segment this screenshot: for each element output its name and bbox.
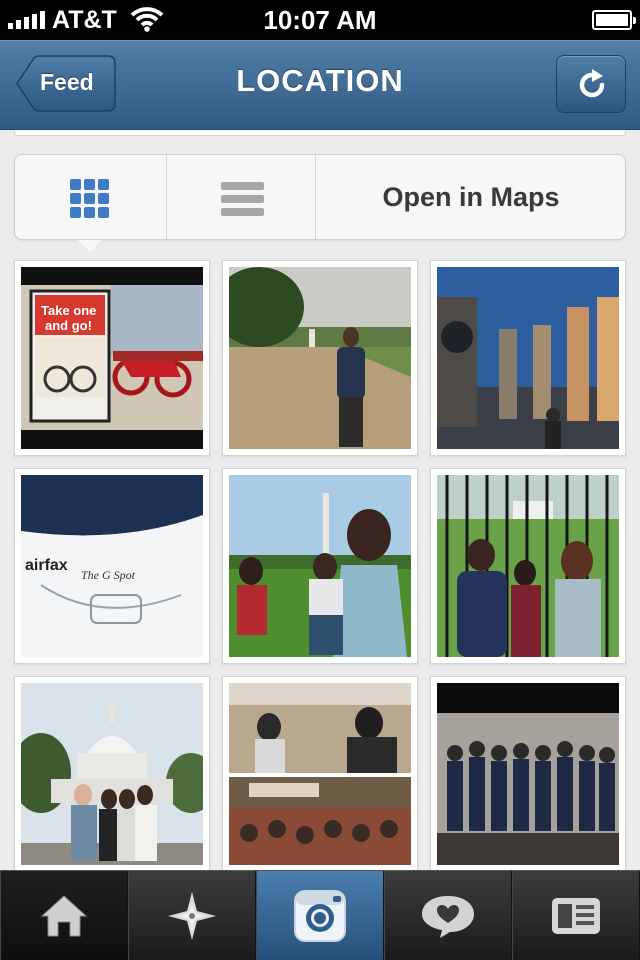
photo-tile[interactable] bbox=[222, 468, 418, 664]
photo-group-white-house-fence bbox=[437, 475, 619, 657]
header-card-edge bbox=[14, 130, 626, 136]
svg-text:and go!: and go! bbox=[45, 318, 92, 333]
photo-group-dancers bbox=[437, 683, 619, 865]
nav-bar: Feed LOCATION bbox=[0, 40, 640, 130]
refresh-icon bbox=[579, 69, 605, 98]
photo-tile[interactable] bbox=[430, 676, 626, 870]
news-icon bbox=[422, 896, 474, 938]
location-content[interactable]: Open in Maps Take one and go! airfax The… bbox=[0, 130, 640, 870]
svg-text:Take one: Take one bbox=[41, 303, 96, 318]
grid-view-button[interactable] bbox=[15, 155, 165, 239]
grid-view-icon bbox=[70, 179, 110, 219]
photo-tile[interactable] bbox=[222, 676, 418, 870]
refresh-button[interactable] bbox=[556, 55, 626, 113]
photo-tile[interactable] bbox=[430, 260, 626, 456]
profile-icon bbox=[552, 898, 600, 934]
home-icon bbox=[40, 895, 88, 937]
photo-family-monument-grass bbox=[229, 475, 411, 657]
tab-profile[interactable] bbox=[512, 871, 640, 960]
photo-tile[interactable] bbox=[430, 468, 626, 664]
photo-bike-share-ad: Take one and go! bbox=[21, 267, 203, 449]
tab-explore[interactable] bbox=[128, 871, 256, 960]
svg-text:airfax: airfax bbox=[25, 557, 68, 574]
photo-tile[interactable]: Take one and go! bbox=[14, 260, 210, 456]
svg-text:The G Spot: The G Spot bbox=[81, 568, 136, 582]
view-switcher: Open in Maps bbox=[14, 154, 626, 240]
list-view-button[interactable] bbox=[166, 155, 316, 239]
list-view-icon bbox=[221, 182, 264, 216]
photo-woman-on-mall-path bbox=[229, 267, 411, 449]
explore-icon bbox=[168, 892, 216, 940]
photo-tile[interactable]: airfax The G Spot bbox=[14, 468, 210, 664]
clock: 10:07 AM bbox=[263, 5, 377, 35]
photo-tile[interactable] bbox=[222, 260, 418, 456]
camera-icon bbox=[294, 890, 346, 942]
tab-news[interactable] bbox=[384, 871, 512, 960]
photo-tile[interactable] bbox=[14, 676, 210, 870]
open-in-maps-button[interactable]: Open in Maps bbox=[317, 155, 625, 239]
page-title: LOCATION bbox=[236, 63, 404, 98]
battery-icon bbox=[592, 10, 636, 30]
selected-view-pointer bbox=[78, 240, 102, 252]
tab-bar bbox=[0, 870, 640, 960]
tab-home[interactable] bbox=[0, 871, 128, 960]
photo-concert-crowd bbox=[229, 683, 411, 865]
tab-camera[interactable] bbox=[256, 871, 384, 960]
photo-boat-deck: airfax The G Spot bbox=[21, 475, 203, 657]
photo-group-capitol bbox=[21, 683, 203, 865]
photo-wwii-memorial-night bbox=[437, 267, 619, 449]
status-bar: AT&T 10:07 AM bbox=[0, 0, 640, 40]
